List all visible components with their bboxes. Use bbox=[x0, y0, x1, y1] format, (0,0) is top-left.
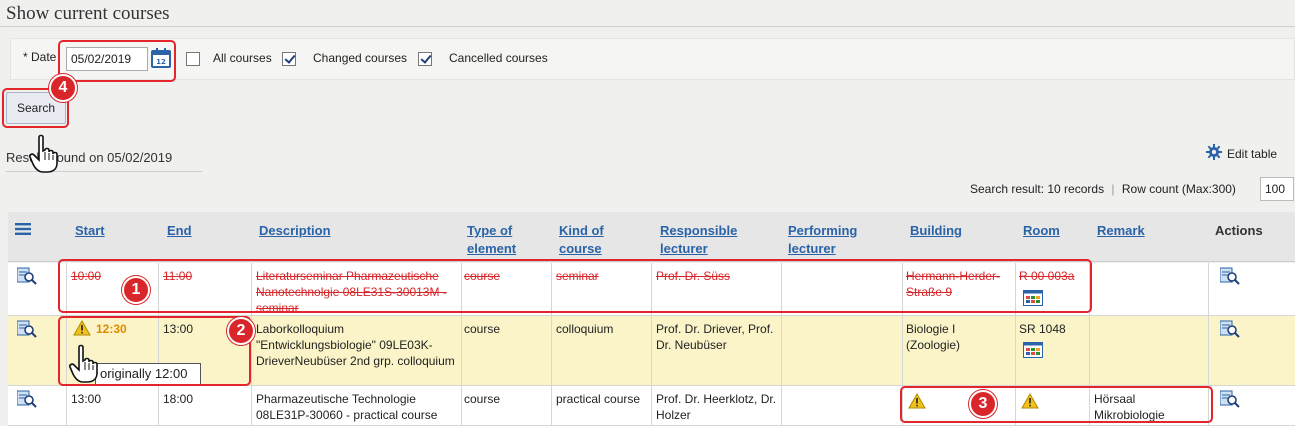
search-result-count: Search result: 10 records bbox=[970, 182, 1105, 196]
view-details-icon[interactable] bbox=[16, 267, 37, 285]
view-details-icon[interactable] bbox=[16, 320, 37, 338]
all-courses-label: All courses bbox=[213, 51, 272, 65]
column-room[interactable]: Room bbox=[1023, 222, 1060, 240]
table-header: Start End Description Type of element Ki… bbox=[8, 212, 1295, 262]
room-plan-icon[interactable] bbox=[1023, 342, 1043, 358]
search-result-meta: Search result: 10 records | Row count (M… bbox=[970, 182, 1236, 196]
start-time: 13:00 bbox=[71, 392, 102, 406]
column-description[interactable]: Description bbox=[259, 222, 331, 240]
course-kind: practical course bbox=[556, 392, 641, 406]
all-courses-checkbox[interactable] bbox=[186, 52, 200, 66]
view-details-icon[interactable] bbox=[16, 390, 37, 408]
changed-courses-label: Changed courses bbox=[313, 51, 408, 65]
callout-badge-4: 4 bbox=[49, 74, 77, 102]
column-type-of-element[interactable]: Type of element bbox=[467, 222, 547, 258]
changed-courses-checkbox[interactable] bbox=[282, 52, 296, 66]
column-end[interactable]: End bbox=[167, 222, 192, 240]
cancelled-courses-label: Cancelled courses bbox=[449, 51, 548, 65]
column-kind-of-course[interactable]: Kind of course bbox=[559, 222, 639, 258]
menu-icon[interactable] bbox=[15, 223, 31, 238]
column-actions: Actions bbox=[1215, 223, 1263, 238]
highlight-room-change bbox=[900, 386, 1213, 423]
column-performing-lecturer[interactable]: Performing lecturer bbox=[788, 222, 898, 258]
view-details-icon[interactable] bbox=[1219, 267, 1240, 285]
responsible-lecturer: Prof. Dr. Driever, Prof. Dr. Neubüser bbox=[656, 322, 774, 352]
filter-panel bbox=[10, 38, 1295, 80]
column-remark[interactable]: Remark bbox=[1097, 222, 1145, 240]
room-name: SR 1048 bbox=[1019, 322, 1066, 336]
view-details-icon[interactable] bbox=[1219, 320, 1240, 338]
course-description[interactable]: Laborkolloquium "Entwicklungsbiologie" 0… bbox=[256, 321, 458, 369]
cancelled-courses-checkbox[interactable] bbox=[418, 52, 432, 66]
column-building[interactable]: Building bbox=[910, 222, 962, 240]
title-divider bbox=[0, 26, 1295, 27]
pointer-hand-icon bbox=[28, 134, 64, 174]
highlight-date bbox=[58, 40, 176, 82]
page-title: Show current courses bbox=[6, 3, 170, 24]
date-label: * Date bbox=[23, 50, 57, 64]
view-details-icon[interactable] bbox=[1219, 390, 1240, 408]
end-time: 18:00 bbox=[163, 392, 194, 406]
callout-badge-3: 3 bbox=[969, 390, 997, 418]
pointer-hand-icon bbox=[68, 344, 104, 384]
element-type: course bbox=[464, 392, 501, 406]
building-name: Biologie I (Zoologie) bbox=[906, 322, 961, 352]
course-description[interactable]: Pharmazeutische Technologie 08LE31P-3006… bbox=[256, 391, 458, 423]
highlight-cancelled-row bbox=[58, 259, 1092, 313]
course-kind: colloquium bbox=[556, 322, 614, 336]
column-responsible-lecturer[interactable]: Responsible lecturer bbox=[660, 222, 770, 258]
row-count-input[interactable]: 100 bbox=[1260, 177, 1294, 201]
row-count-label: Row count (Max:300) bbox=[1121, 182, 1236, 196]
element-type: course bbox=[464, 322, 501, 336]
gear-icon bbox=[1206, 144, 1222, 163]
callout-badge-1: 1 bbox=[122, 276, 150, 304]
responsible-lecturer: Prof. Dr. Heerklotz, Dr. Holzer bbox=[656, 392, 777, 422]
edit-table-link[interactable]: Edit table bbox=[1206, 144, 1277, 163]
column-start[interactable]: Start bbox=[75, 222, 105, 240]
callout-badge-2: 2 bbox=[227, 317, 255, 345]
edit-table-label: Edit table bbox=[1227, 146, 1278, 161]
